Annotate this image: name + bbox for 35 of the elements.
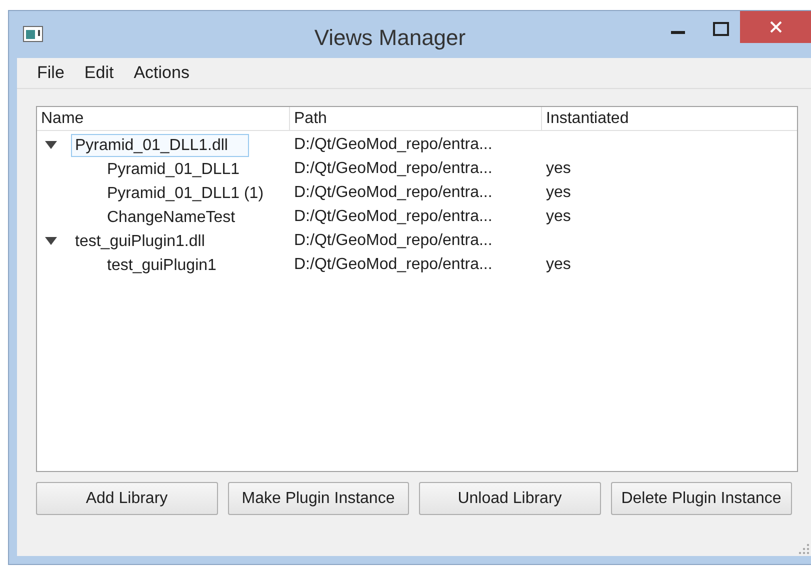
item-name[interactable]: test_guiPlugin1: [103, 254, 220, 276]
menu-item[interactable]: Edit: [84, 60, 114, 86]
item-name[interactable]: Pyramid_01_DLL1.dll: [71, 134, 249, 156]
instantiated-cell-text: yes: [545, 159, 572, 179]
column-header[interactable]: Name: [37, 107, 290, 130]
path-cell-text: D:/Qt/GeoMod_repo/entra...: [293, 135, 494, 155]
instantiated-cell-text: yes: [545, 207, 572, 227]
instantiated-cell-text: yes: [545, 183, 572, 203]
path-cell-text: D:/Qt/GeoMod_repo/entra...: [293, 207, 494, 227]
action-button[interactable]: Make Plugin Instance: [228, 482, 409, 515]
column-header[interactable]: Instantiated: [542, 107, 797, 130]
path-cell-text: D:/Qt/GeoMod_repo/entra...: [293, 159, 494, 179]
column-header[interactable]: Path: [290, 107, 542, 130]
menu-item[interactable]: File: [37, 60, 64, 86]
resize-grip-icon[interactable]: [799, 544, 809, 554]
path-cell-text: D:/Qt/GeoMod_repo/entra...: [293, 255, 494, 275]
action-button[interactable]: Add Library: [36, 482, 218, 515]
path-cell-text: D:/Qt/GeoMod_repo/entra...: [293, 183, 494, 203]
path-cell-text: D:/Qt/GeoMod_repo/entra...: [293, 231, 494, 251]
close-icon: [770, 21, 782, 33]
instantiated-cell-text: yes: [545, 255, 572, 275]
window-title: Views Manager: [314, 24, 466, 52]
action-button[interactable]: Delete Plugin Instance: [610, 482, 792, 515]
item-name[interactable]: Pyramid_01_DLL1: [103, 158, 244, 180]
expanded-arrow-icon[interactable]: [45, 141, 57, 149]
close-button[interactable]: [740, 11, 811, 43]
expanded-arrow-icon[interactable]: [45, 237, 57, 245]
menu-item[interactable]: Actions: [134, 60, 190, 86]
app-icon: [23, 26, 43, 42]
item-name[interactable]: Pyramid_01_DLL1 (1): [103, 182, 268, 204]
action-button[interactable]: Unload Library: [419, 482, 600, 515]
item-name[interactable]: ChangeNameTest: [103, 206, 240, 228]
minimize-button[interactable]: [671, 31, 685, 35]
maximize-button[interactable]: [713, 22, 729, 36]
item-name[interactable]: test_guiPlugin1.dll: [71, 230, 209, 252]
